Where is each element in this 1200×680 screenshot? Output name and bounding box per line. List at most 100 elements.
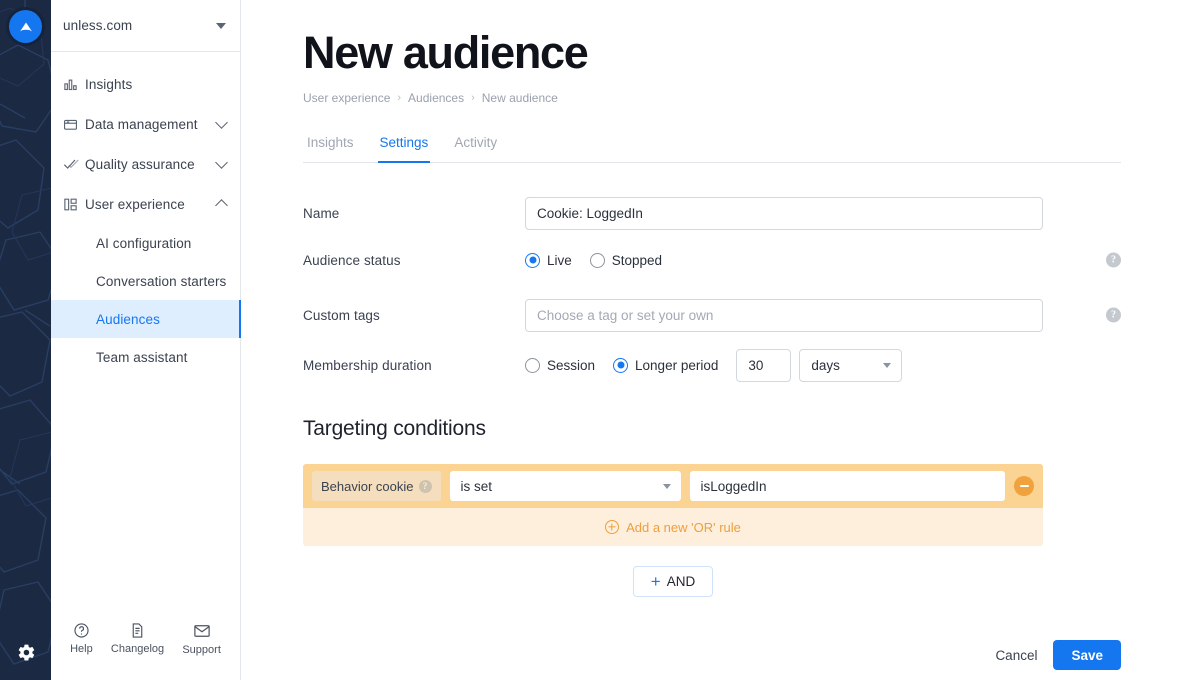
tab-insights[interactable]: Insights bbox=[305, 127, 356, 163]
sidebar-subitem-label: Audiences bbox=[96, 311, 160, 327]
radio-live[interactable] bbox=[525, 252, 540, 268]
help-circle-icon[interactable]: ? bbox=[1106, 307, 1121, 323]
sidebar-item-audiences[interactable]: Audiences bbox=[51, 300, 241, 338]
radio-longer-period[interactable] bbox=[613, 357, 629, 373]
breadcrumb-item-audiences[interactable]: Audiences bbox=[408, 91, 464, 105]
changelog-label: Changelog bbox=[110, 643, 165, 655]
membership-duration-label: Membership duration bbox=[303, 357, 432, 373]
duration-unit-value: days bbox=[811, 357, 840, 373]
name-field-wrap: Cookie: LoggedIn bbox=[525, 196, 1121, 230]
sidebar-item-team-assistant[interactable]: Team assistant bbox=[51, 338, 240, 376]
name-label: Name bbox=[303, 205, 340, 221]
breadcrumb-separator: › bbox=[397, 92, 402, 104]
duration-amount-input[interactable]: 30 bbox=[736, 348, 792, 382]
support-button[interactable]: Support bbox=[182, 622, 221, 656]
sidebar: unless.com Insights Data management Qual… bbox=[51, 0, 241, 680]
sidebar-item-data-management[interactable]: Data management bbox=[51, 104, 240, 144]
changelog-button[interactable]: Changelog bbox=[111, 622, 164, 655]
targeting-conditions-heading: Targeting conditions bbox=[303, 417, 486, 440]
chevron-down-icon bbox=[215, 155, 228, 169]
radio-option-session[interactable]: Session bbox=[525, 357, 596, 373]
plus-circle-icon bbox=[605, 520, 620, 534]
sidebar-item-label: Quality assurance bbox=[85, 156, 195, 172]
radio-live-label: Live bbox=[547, 252, 572, 268]
sidebar-item-user-experience[interactable]: User experience bbox=[51, 184, 240, 224]
chevron-down-icon bbox=[215, 115, 228, 129]
icon-rail bbox=[0, 0, 51, 680]
chevron-up-icon bbox=[215, 199, 228, 212]
breadcrumb-item-user-experience[interactable]: User experience bbox=[303, 91, 390, 105]
chevron-down-icon bbox=[216, 22, 226, 29]
question-circle-icon bbox=[74, 623, 89, 638]
sidebar-subitem-label: Conversation starters bbox=[96, 273, 227, 289]
tab-activity[interactable]: Activity bbox=[452, 127, 499, 163]
rule-type-chip[interactable]: Behavior cookie ? bbox=[312, 471, 441, 501]
radio-session-label: Session bbox=[547, 357, 596, 373]
sidebar-item-insights[interactable]: Insights bbox=[51, 64, 240, 104]
add-or-rule-label: Add a new 'OR' rule bbox=[626, 519, 741, 535]
layout-grid-icon bbox=[63, 197, 85, 212]
duration-unit-select[interactable]: days bbox=[799, 348, 903, 382]
settings-form: Name Cookie: LoggedIn Audience status Li… bbox=[303, 163, 1121, 670]
workspace-selector[interactable]: unless.com bbox=[51, 0, 240, 52]
app-root: unless.com Insights Data management Qual… bbox=[0, 0, 1200, 680]
document-icon bbox=[132, 623, 143, 638]
rule-group: Behavior cookie ? is set isLoggedIn Add … bbox=[303, 464, 1043, 546]
sidebar-subitem-label: AI configuration bbox=[96, 235, 192, 251]
unless-mountain-logo-icon[interactable] bbox=[9, 10, 42, 43]
envelope-icon bbox=[193, 625, 210, 637]
bar-chart-icon bbox=[63, 77, 85, 92]
add-and-label: AND bbox=[666, 574, 696, 589]
radio-option-live[interactable]: Live bbox=[525, 252, 572, 268]
breadcrumb: User experience › Audiences › New audien… bbox=[303, 91, 1200, 105]
name-input[interactable]: Cookie: LoggedIn bbox=[525, 196, 1043, 230]
chevron-down-icon bbox=[662, 483, 671, 489]
sidebar-item-label: User experience bbox=[85, 196, 185, 212]
rule-value-input[interactable]: isLoggedIn bbox=[689, 471, 1005, 501]
gear-icon[interactable] bbox=[16, 642, 36, 662]
rule-type-label: Behavior cookie bbox=[321, 478, 414, 494]
tab-settings[interactable]: Settings bbox=[377, 127, 431, 163]
field-row-audience-status: Audience status Live Stopped ? bbox=[303, 233, 1121, 287]
help-button[interactable]: Help bbox=[70, 622, 93, 655]
sidebar-footer: Help Changelog Support bbox=[51, 608, 240, 680]
tab-bar: Insights Settings Activity bbox=[303, 127, 1121, 163]
plus-icon: + bbox=[650, 572, 661, 591]
field-row-membership-duration: Membership duration Session Longer perio… bbox=[303, 343, 1121, 387]
radio-session[interactable] bbox=[525, 357, 540, 373]
help-label: Help bbox=[70, 643, 93, 655]
sidebar-item-conversation-starters[interactable]: Conversation starters bbox=[51, 262, 240, 300]
rule-operator-select[interactable]: is set bbox=[449, 471, 681, 501]
gear-glyph bbox=[18, 644, 34, 660]
add-and-button[interactable]: + AND bbox=[633, 566, 713, 597]
add-and-row: + AND bbox=[303, 566, 1043, 597]
sidebar-item-ai-configuration[interactable]: AI configuration bbox=[51, 224, 240, 262]
radio-stopped-label: Stopped bbox=[611, 252, 663, 268]
rule-row: Behavior cookie ? is set isLoggedIn bbox=[303, 464, 1043, 508]
custom-tags-field-wrap: Choose a tag or set your own bbox=[525, 298, 1121, 332]
field-row-custom-tags: Custom tags Choose a tag or set your own… bbox=[303, 287, 1121, 343]
radio-option-stopped[interactable]: Stopped bbox=[589, 252, 663, 268]
save-button[interactable]: Save bbox=[1053, 640, 1121, 670]
main-content: New audience User experience › Audiences… bbox=[241, 0, 1200, 680]
cancel-button[interactable]: Cancel bbox=[995, 648, 1037, 663]
radio-option-longer-period[interactable]: Longer period bbox=[613, 357, 719, 373]
folder-icon bbox=[63, 117, 85, 132]
sidebar-subitem-label: Team assistant bbox=[96, 349, 188, 365]
breadcrumb-item-new-audience: New audience bbox=[481, 91, 558, 105]
minus-circle-icon[interactable] bbox=[1014, 476, 1034, 496]
sidebar-nav: Insights Data management Quality assuran… bbox=[51, 52, 241, 608]
radio-stopped[interactable] bbox=[589, 252, 605, 268]
add-or-rule-button[interactable]: Add a new 'OR' rule bbox=[303, 508, 1043, 546]
radio-longer-period-label: Longer period bbox=[635, 357, 719, 373]
custom-tags-label: Custom tags bbox=[303, 307, 380, 323]
rule-operator-value: is set bbox=[460, 478, 493, 494]
sidebar-item-quality-assurance[interactable]: Quality assurance bbox=[51, 144, 240, 184]
help-circle-icon[interactable]: ? bbox=[418, 479, 432, 493]
custom-tags-input[interactable]: Choose a tag or set your own bbox=[525, 298, 1043, 332]
help-circle-icon[interactable]: ? bbox=[1106, 252, 1121, 268]
sidebar-item-label: Insights bbox=[85, 76, 133, 92]
support-label: Support bbox=[182, 644, 221, 656]
chevron-down-icon bbox=[883, 362, 892, 368]
field-row-name: Name Cookie: LoggedIn bbox=[303, 193, 1121, 233]
